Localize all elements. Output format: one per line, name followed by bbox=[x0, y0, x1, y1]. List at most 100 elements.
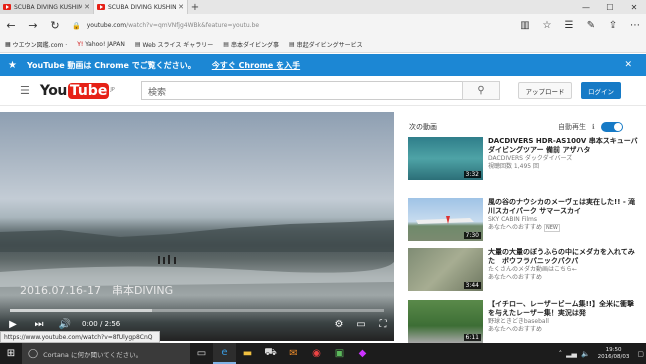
channel-name[interactable]: 野球ときどきbaseball bbox=[488, 318, 638, 326]
file-explorer-icon[interactable]: ▬ bbox=[236, 343, 259, 364]
notification-icon[interactable]: ▢ bbox=[637, 350, 644, 358]
lock-icon: 🔒 bbox=[72, 21, 81, 30]
channel-name[interactable]: たくさんのメダカ動画はこちら← bbox=[488, 266, 638, 274]
app-icon[interactable]: ✉ bbox=[282, 343, 305, 364]
search-icon: ⚲ bbox=[477, 85, 485, 96]
forward-icon[interactable]: → bbox=[22, 19, 44, 32]
volume-icon[interactable]: 🔊 bbox=[52, 319, 78, 330]
store-icon[interactable]: ⛟ bbox=[259, 343, 282, 364]
reading-view-icon[interactable]: ▥ bbox=[514, 20, 536, 31]
search-input[interactable]: 検索 bbox=[141, 81, 463, 100]
favorites-bar: ▦ ウエウン図鑑.com · Y! Yahoo! JAPAN ▤ Web スライス ギ… bbox=[0, 37, 646, 53]
up-next-sidebar: 次の動画 自動再生 ℹ 3:32 DACDIVERS HDR-AS100V 串本… bbox=[400, 112, 646, 343]
recommendation-note: あなたへのおすすめ bbox=[488, 224, 543, 231]
favorite-page-icon: ▤ bbox=[134, 41, 141, 48]
video-player[interactable] bbox=[0, 112, 394, 341]
yahoo-icon: Y! bbox=[77, 41, 84, 48]
channel-name[interactable]: DACDIVERS ダックダイバーズ bbox=[488, 155, 638, 163]
video-title[interactable]: 風の谷のナウシカのメーヴェは実在した!! - 滝川スカイパーク サマースカイ bbox=[488, 198, 638, 216]
clock[interactable]: 19:50 2016/08/03 bbox=[598, 347, 630, 361]
task-view-icon[interactable]: ▭ bbox=[190, 343, 213, 364]
url-field[interactable]: 🔒 youtube.com/watch?v=qmVNfjg4WBk&featur… bbox=[72, 17, 512, 34]
youtube-favicon-icon bbox=[3, 4, 11, 10]
tab-bar: SCUBA DIVING KUSHIMOT✕ SCUBA DIVING KUSH… bbox=[0, 0, 646, 14]
cortana-icon: ◯ bbox=[28, 348, 39, 359]
get-chrome-link[interactable]: 今すぐ Chrome を入手 bbox=[212, 60, 300, 71]
channel-name[interactable]: SKY CABIN Films bbox=[488, 216, 638, 224]
chrome-promo-banner: ★ YouTube 動画は Chrome でご覧ください。 今すぐ Chrome… bbox=[0, 54, 646, 76]
video-thumbnail[interactable]: 3:44 bbox=[408, 248, 483, 291]
upload-button[interactable]: アップロード bbox=[518, 82, 572, 99]
more-icon[interactable]: ⋯ bbox=[624, 20, 646, 31]
minimize-icon[interactable]: — bbox=[574, 0, 598, 14]
volume-tray-icon[interactable]: 🔈 bbox=[581, 350, 590, 358]
up-next-heading: 次の動画 bbox=[409, 123, 437, 131]
new-badge: NEW bbox=[544, 224, 560, 232]
recommended-video[interactable]: 6:11 【イチロー、レーザービーム集!!】全米に衝撃を与えたレーザー集！実況は… bbox=[408, 300, 646, 346]
back-icon[interactable]: ← bbox=[0, 19, 22, 32]
edge-icon[interactable]: e bbox=[213, 343, 236, 364]
search-button[interactable]: ⚲ bbox=[462, 81, 500, 100]
status-bar-url: https://www.youtube.com/watch?v=8fUlygp8… bbox=[0, 331, 160, 343]
browser-tab-2[interactable]: SCUBA DIVING KUSHIN ✕ bbox=[94, 0, 188, 14]
menu-icon[interactable]: ☰ bbox=[20, 84, 30, 97]
info-icon[interactable]: ℹ bbox=[592, 123, 595, 131]
view-count: 視聴回数 1,495 回 bbox=[488, 163, 539, 170]
recommended-video[interactable]: 3:44 大量の大量のぼうふらの中にメダカを入れてみた ボウフラパニックパクパ … bbox=[408, 248, 646, 294]
youtube-header: ☰ You Tube JP 検索 ⚲ アップロード ログイン bbox=[0, 76, 646, 106]
favorite-item[interactable]: ▤ 串起ダイビングサービス bbox=[289, 40, 363, 49]
video-thumbnail[interactable]: 7:30 bbox=[408, 198, 483, 241]
video-title[interactable]: 【イチロー、レーザービーム集!!】全米に衝撃を与えたレーザー集！実況は発 bbox=[488, 300, 638, 318]
taskbar: ⊞ ◯ Cortana に何か聞いてください。 ▭ e ▬ ⛟ ✉ ◉ ▣ ◆ ˄… bbox=[0, 343, 646, 364]
share-icon[interactable]: ⇪ bbox=[602, 20, 624, 31]
youtube-favicon-icon bbox=[97, 4, 105, 10]
video-thumbnail[interactable]: 3:32 bbox=[408, 137, 483, 180]
cortana-search[interactable]: ◯ Cortana に何か聞いてください。 bbox=[22, 343, 190, 364]
star-icon: ★ bbox=[8, 59, 17, 71]
browser-tab-1[interactable]: SCUBA DIVING KUSHIMOT✕ bbox=[0, 0, 94, 14]
video-title[interactable]: 大量の大量のぼうふらの中にメダカを入れてみた ボウフラパニックパクパ bbox=[488, 248, 638, 266]
play-icon[interactable]: ▶ bbox=[0, 319, 26, 330]
chrome-icon[interactable]: ◉ bbox=[305, 343, 328, 364]
address-bar: ← → ↻ 🔒 youtube.com/watch?v=qmVNfjg4WBk&… bbox=[0, 14, 646, 37]
favorite-item[interactable]: ▦ ウエウン図鑑.com · bbox=[5, 40, 67, 49]
favorite-item[interactable]: Y! Yahoo! JAPAN bbox=[77, 41, 125, 48]
maximize-icon[interactable]: ☐ bbox=[598, 0, 622, 14]
fullscreen-icon[interactable]: ⛶ bbox=[372, 319, 394, 330]
video-thumbnail[interactable]: 6:11 bbox=[408, 300, 483, 343]
close-window-icon[interactable]: ✕ bbox=[622, 0, 646, 14]
hub-icon[interactable]: ☰ bbox=[558, 20, 580, 31]
favorite-star-icon[interactable]: ☆ bbox=[536, 20, 558, 31]
video-title[interactable]: DACDIVERS HDR-AS100V 串本スキューバダイビングツアー 備前 … bbox=[488, 137, 638, 155]
recommendation-note: あなたへのおすすめ bbox=[488, 326, 543, 333]
loaded-bar bbox=[10, 309, 153, 312]
network-icon[interactable]: ▂▄ bbox=[566, 350, 577, 358]
favorite-page-icon: ▤ bbox=[223, 41, 229, 48]
new-tab-button[interactable]: + bbox=[188, 0, 202, 14]
favorite-item[interactable]: ▤ 串本ダイビング事 bbox=[223, 40, 279, 49]
autoplay-toggle[interactable] bbox=[600, 122, 623, 132]
recommended-video[interactable]: 7:30 風の谷のナウシカのメーヴェは実在した!! - 滝川スカイパーク サマー… bbox=[408, 198, 646, 244]
recommended-video[interactable]: 3:32 DACDIVERS HDR-AS100V 串本スキューバダイビングツア… bbox=[408, 137, 646, 183]
windows-start-icon[interactable]: ⊞ bbox=[0, 348, 22, 359]
app-icon[interactable]: ◆ bbox=[351, 343, 374, 364]
refresh-icon[interactable]: ↻ bbox=[44, 19, 66, 32]
close-tab-icon[interactable]: ✕ bbox=[84, 3, 90, 11]
close-tab-icon[interactable]: ✕ bbox=[178, 3, 184, 11]
next-icon[interactable]: ⏭ bbox=[26, 319, 52, 330]
favorite-page-icon: ▤ bbox=[288, 41, 295, 48]
close-banner-icon[interactable]: ✕ bbox=[624, 60, 632, 70]
tray-up-icon[interactable]: ˄ bbox=[559, 350, 563, 358]
favorite-item[interactable]: ▤ Web スライス ギャラリー bbox=[135, 40, 213, 49]
youtube-logo[interactable]: You Tube JP bbox=[40, 82, 115, 99]
time-display: 0:00 / 2:56 bbox=[82, 320, 121, 328]
progress-bar[interactable] bbox=[10, 309, 384, 312]
video-caption: 2016.07.16-17 串本DIVING bbox=[20, 284, 174, 297]
notes-icon[interactable]: ✎ bbox=[580, 20, 602, 31]
app-icon[interactable]: ▣ bbox=[328, 343, 351, 364]
login-button[interactable]: ログイン bbox=[581, 82, 621, 99]
theater-mode-icon[interactable]: ▭ bbox=[350, 319, 372, 330]
favorite-page-icon: ▦ bbox=[5, 41, 11, 48]
settings-gear-icon[interactable]: ⚙ bbox=[328, 319, 350, 330]
autoplay-label: 自動再生 bbox=[558, 123, 586, 131]
